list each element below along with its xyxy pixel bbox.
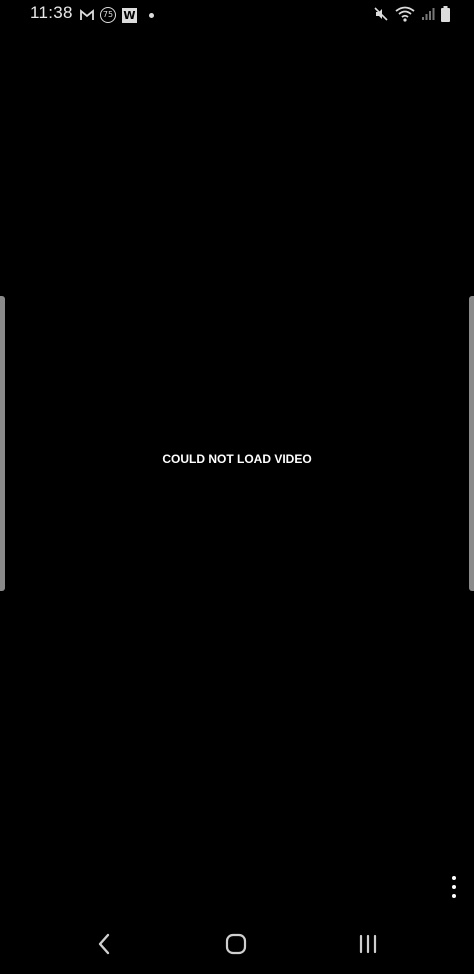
navigation-bar [0,914,474,974]
notification-dot-icon [149,12,154,18]
signal-icon [421,7,435,21]
more-options-dot [452,885,456,889]
wifi-icon [395,6,415,22]
recents-button[interactable] [344,922,392,966]
edge-panel-handle-left[interactable] [0,296,5,591]
w-app-icon: W [122,7,137,23]
status-notification-icons: 75 W [80,5,154,25]
gmail-icon [80,9,94,21]
mute-icon [373,6,389,22]
home-icon [225,933,247,955]
home-button[interactable] [212,922,260,966]
status-time: 11:38 [30,3,73,22]
badge-75-icon: 75 [100,7,116,23]
more-options-dot [452,876,456,880]
back-icon [98,933,110,955]
status-system-icons [373,4,450,24]
more-options-button[interactable] [448,876,460,898]
video-error-message: COULD NOT LOAD VIDEO [162,452,312,466]
battery-icon [441,6,450,22]
status-bar: 11:38 75 W [0,0,474,30]
recents-icon [359,934,377,954]
more-options-dot [452,894,456,898]
back-button[interactable] [80,922,128,966]
edge-panel-handle-right[interactable] [469,296,474,591]
